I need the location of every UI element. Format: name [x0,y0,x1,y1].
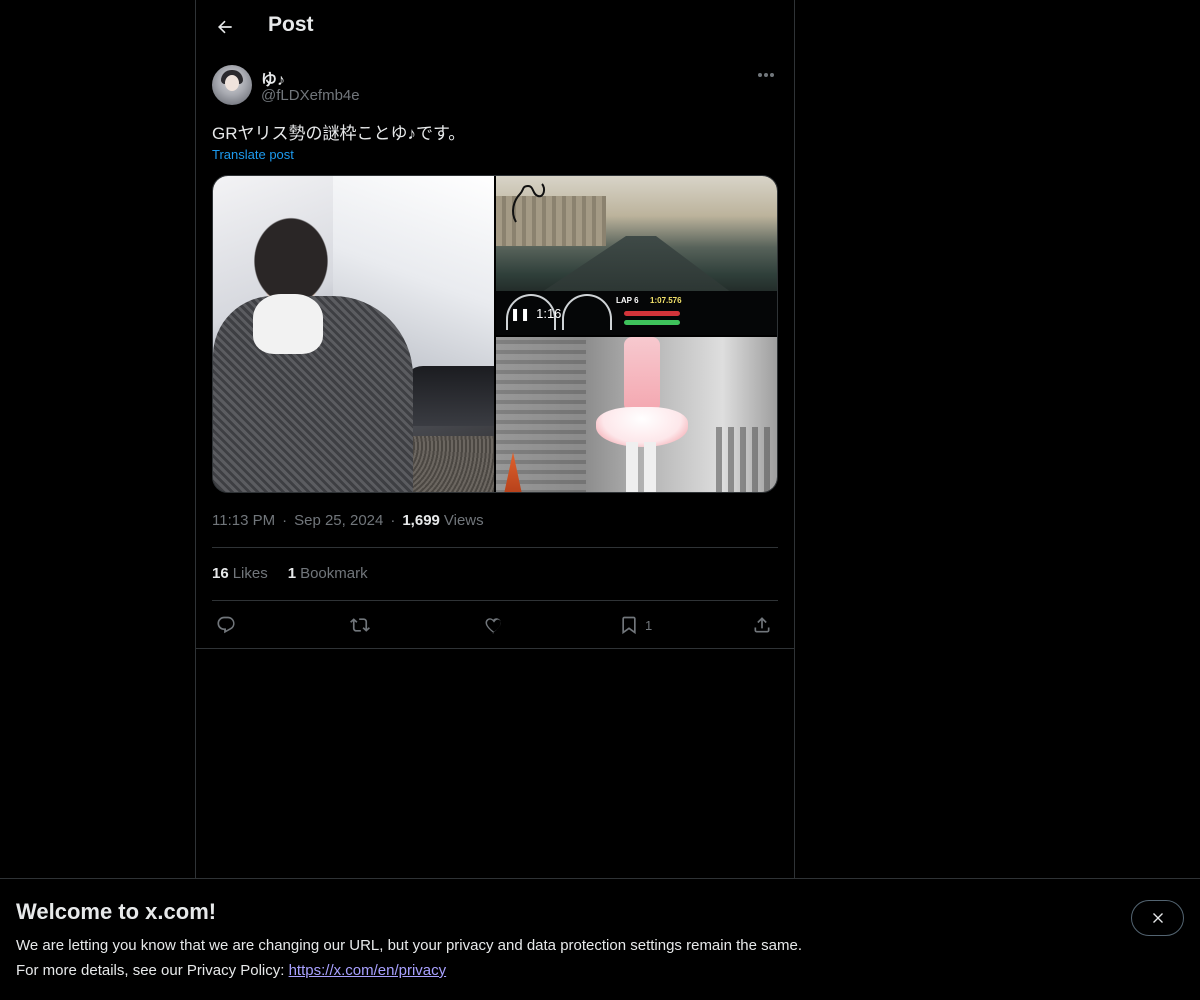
primary-column: Post ゆ♪ @fLDXefmb4e GRヤリス勢の謎枠ことゆ♪です。 Tra… [195,0,795,880]
like-button[interactable] [484,610,504,640]
post-stats: 16 Likes 1 Bookmark [212,565,368,582]
likes-count: 16 [212,565,229,582]
likes-stat[interactable]: 16 Likes [212,565,268,582]
post-date[interactable]: Sep 25, 2024 [294,512,383,529]
post-metadata: 11:13 PM · Sep 25, 2024 · 1,699 Views [212,512,484,529]
repost-button[interactable] [349,610,371,640]
video-controls[interactable]: ❚❚ 1:16 [510,306,561,321]
page-title: Post [268,13,314,36]
media-video-onboard[interactable]: LAP 6 1:07.576 ❚❚ 1:16 [496,176,777,335]
bookmark-button[interactable]: 1 [619,610,652,640]
views-count: 1,699 [402,512,440,529]
video-duration: 1:16 [536,306,562,321]
page-header: Post [196,0,794,54]
avatar[interactable] [212,65,252,105]
post-time[interactable]: 11:13 PM [212,512,275,529]
share-icon [754,617,770,633]
banner-title: Welcome to x.com! [16,899,217,924]
track-map-icon [512,183,546,223]
media-grid: LAP 6 1:07.576 ❚❚ 1:16 [212,175,778,493]
back-button[interactable] [208,10,242,44]
post-author: ゆ♪ @fLDXefmb4e [212,64,778,108]
pause-icon[interactable]: ❚❚ [510,307,530,321]
heart-icon [485,618,501,634]
lap-label: LAP 6 [616,296,639,305]
banner-privacy-prefix: For more details, see our Privacy Policy… [16,962,289,979]
more-horizontal-icon [758,73,774,77]
close-icon [1152,913,1163,923]
divider [212,547,778,548]
translate-post-link[interactable]: Translate post [212,147,294,162]
media-photo-selfie[interactable] [213,176,494,492]
likes-label: Likes [232,565,268,582]
arrow-left-icon [218,20,232,34]
repost-icon [350,618,370,632]
reply-icon [217,616,235,634]
privacy-policy-link[interactable]: https://x.com/en/privacy [289,962,447,979]
welcome-banner: Welcome to x.com! We are letting you kno… [0,878,1200,1000]
bookmark-icon [622,616,636,635]
action-bar: 1 [212,610,778,640]
bookmarks-count: 1 [287,565,297,582]
reply-button[interactable] [216,610,236,640]
banner-message: We are letting you know that we are chan… [16,937,802,954]
divider [212,600,778,601]
bookmark-count: 1 [645,617,653,633]
banner-privacy-line: For more details, see our Privacy Policy… [16,962,446,979]
more-options-button[interactable] [754,64,778,86]
bookmarks-stat[interactable]: 1 Bookmark [288,565,368,582]
post-bottom-border [196,648,794,649]
banner-close-button[interactable] [1131,900,1184,936]
bookmarks-label: Bookmark [300,565,368,582]
share-button[interactable] [752,610,772,640]
views-label: Views [443,512,484,529]
lap-time: 1:07.576 [650,296,682,305]
author-handle[interactable]: @fLDXefmb4e [261,87,360,104]
post-text: GRヤリス勢の謎枠ことゆ♪です。 [212,124,466,143]
media-photo-cosplay[interactable] [496,337,777,492]
